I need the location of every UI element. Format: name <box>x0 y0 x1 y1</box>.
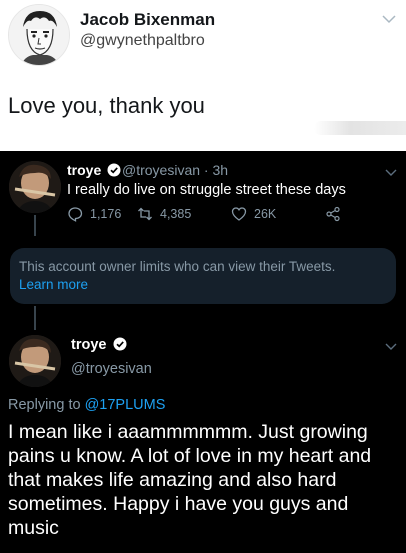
author-handle: @troyesivan <box>71 361 152 377</box>
tweet-text: I mean like i aaammmmmm. Just growing pa… <box>8 421 372 539</box>
replying-to: Replying to @17PLUMS <box>8 397 166 413</box>
tweet-text: Love you, thank you <box>8 93 205 118</box>
author-name: Jacob Bixenman <box>80 10 216 29</box>
reply-count: 1,176 <box>90 207 122 221</box>
notice-message: This account owner limits who can view t… <box>19 259 336 274</box>
reply-button[interactable]: 1,176 <box>67 206 121 222</box>
like-button[interactable]: 26K <box>231 206 276 222</box>
protected-notice: This account owner limits who can view t… <box>10 248 396 304</box>
like-icon <box>231 207 247 221</box>
reply-thread-dark: troye @troyesivan · 3h I really do live … <box>0 151 406 553</box>
chevron-down-icon[interactable] <box>384 165 398 179</box>
author-name: troye <box>67 162 121 178</box>
retweet-icon <box>138 207 152 221</box>
author-handle: @gwynethpaltbro <box>80 32 205 49</box>
learn-more-link[interactable]: Learn more <box>19 276 387 294</box>
author-name: troye <box>71 337 127 353</box>
retweet-count: 4,385 <box>160 207 192 221</box>
tweet-text: I really do live on struggle street thes… <box>67 182 346 198</box>
replying-to-link[interactable]: @17PLUMS <box>85 397 166 413</box>
like-count: 26K <box>254 207 277 221</box>
avatar[interactable] <box>8 4 70 66</box>
tweet-actions: 1,176 4,385 26K <box>67 206 367 226</box>
thread-line <box>34 306 36 330</box>
share-button[interactable] <box>325 206 348 222</box>
verified-icon <box>113 337 126 351</box>
reply-icon <box>68 207 83 222</box>
share-icon <box>326 206 340 222</box>
author-handle-time: @troyesivan · 3h <box>122 162 229 178</box>
chevron-down-icon[interactable] <box>380 10 398 28</box>
avatar[interactable] <box>9 335 61 387</box>
avatar[interactable] <box>9 161 61 213</box>
thread-line <box>34 215 36 236</box>
chevron-down-icon[interactable] <box>384 339 398 353</box>
verified-icon <box>107 163 121 177</box>
quoted-tweet-light: Jacob Bixenman @gwynethpaltbro Love you,… <box>0 0 406 151</box>
retweet-button[interactable]: 4,385 <box>137 206 191 222</box>
overlap-shadow <box>314 121 406 135</box>
